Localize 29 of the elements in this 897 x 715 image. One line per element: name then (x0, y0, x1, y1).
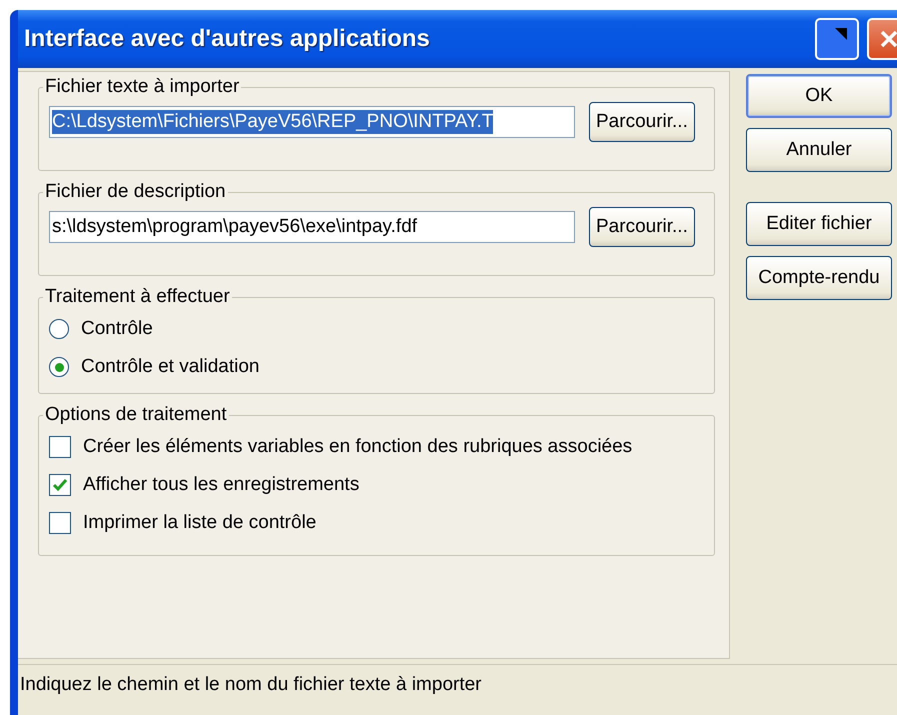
dialog-button[interactable]: Annuler (746, 128, 892, 172)
help-button[interactable] (815, 18, 859, 60)
radio-label: Contrôle (81, 318, 153, 340)
checkbox[interactable] (49, 474, 71, 496)
checkbox[interactable] (49, 512, 71, 534)
checkbox[interactable] (49, 436, 71, 458)
window-title: Interface avec d'autres applications (24, 25, 430, 53)
path-text: s:\ldsystem\program\payev56\exe\intpay.fdf (52, 215, 418, 239)
checkbox-label: Créer les éléments variables en fonction des rubriques associées (83, 436, 632, 458)
group-label: Fichier texte à importer (44, 76, 240, 98)
radio-button[interactable] (49, 319, 69, 339)
group-label: Fichier de description (44, 181, 227, 203)
group-label: Options de traitement (44, 404, 228, 426)
status-bar: Indiquez le chemin et le nom du fichier texte à importer (18, 664, 897, 705)
radio-label: Contrôle et validation (81, 356, 260, 378)
browse-button[interactable]: Parcourir... (589, 102, 695, 142)
path-field[interactable]: C:\Ldsystem\Fichiers\PayeV56\REP_PNO\INTPAY.T (49, 106, 575, 138)
dialog-button[interactable]: Editer fichier (746, 202, 892, 246)
browse-button[interactable]: Parcourir... (589, 207, 695, 247)
dialog-button[interactable]: Compte-rendu (746, 256, 892, 300)
checkbox-label: Afficher tous les enregistrements (83, 474, 360, 496)
corner-triangle-icon (833, 28, 847, 42)
path-field[interactable]: s:\ldsystem\program\payev56\exe\intpay.fdf (49, 211, 575, 243)
close-icon (878, 28, 897, 50)
checkbox-label: Imprimer la liste de contrôle (83, 512, 316, 534)
radio-button[interactable] (49, 357, 69, 377)
path-text: C:\Ldsystem\Fichiers\PayeV56\REP_PNO\INTPAY.T (52, 110, 494, 134)
dialog-button[interactable]: OK (746, 74, 892, 118)
group-label: Traitement à effectuer (44, 286, 231, 308)
